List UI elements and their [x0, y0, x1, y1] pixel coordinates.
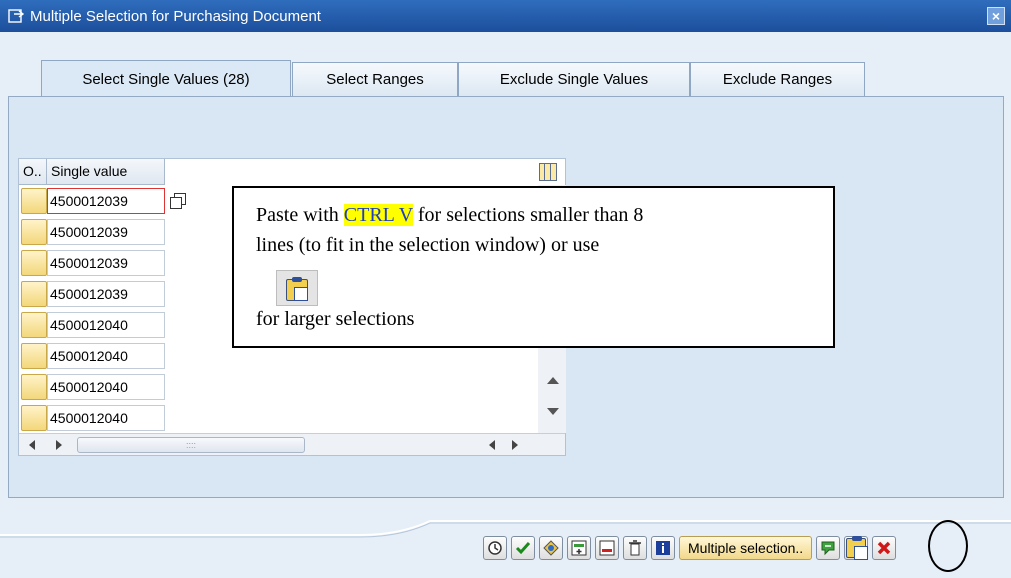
row-selector[interactable] [21, 373, 47, 400]
callout-text: Paste with [256, 204, 344, 226]
single-value-input[interactable]: 4500012040 [47, 311, 165, 338]
tab-label: Exclude Single Values [499, 71, 649, 88]
horizontal-scrollbar[interactable]: :::: [19, 433, 565, 455]
single-value-input[interactable]: 4500012039 [47, 218, 165, 245]
import-icon[interactable] [816, 536, 841, 560]
tab-select-ranges[interactable]: Select Ranges [292, 62, 458, 96]
tab-exclude-single-values[interactable]: Exclude Single Values [458, 62, 690, 96]
single-value-input[interactable]: 4500012039 [47, 249, 165, 276]
table-row: 4500012039 [19, 216, 165, 247]
column-layout-icon[interactable] [539, 163, 557, 181]
delete-all-icon[interactable] [623, 536, 647, 560]
callout-line-2: lines (to fit in the selection window) o… [256, 234, 600, 256]
single-value-input[interactable]: 4500012040 [47, 342, 165, 369]
multiple-selection-button[interactable]: Multiple selection.. [679, 536, 813, 560]
tab-label: Select Single Values (28) [82, 70, 250, 88]
value-help-icon[interactable] [169, 192, 187, 210]
single-value-input[interactable]: 4500012040 [47, 404, 165, 431]
window-title: Multiple Selection for Purchasing Docume… [30, 7, 321, 25]
table-row: 4500012040 [19, 371, 165, 402]
scroll-right-icon[interactable] [56, 440, 62, 450]
table-row: 4500012039 [19, 185, 187, 216]
callout-line-1: Paste with CTRL V for selections smaller… [256, 204, 643, 227]
single-value-input[interactable]: 4500012040 [47, 373, 165, 400]
single-value-input[interactable]: 4500012039 [47, 187, 165, 214]
paste-button-highlight-circle [928, 520, 968, 572]
scroll-up-icon[interactable] [547, 377, 559, 384]
row-selector[interactable] [21, 187, 47, 214]
tab-exclude-ranges[interactable]: Exclude Ranges [690, 62, 865, 96]
maintain-icon[interactable] [539, 536, 563, 560]
row-selector[interactable] [21, 249, 47, 276]
table-row: 4500012040 [19, 340, 165, 371]
row-selector[interactable] [21, 342, 47, 369]
instruction-callout: Paste with CTRL V for selections smaller… [232, 186, 835, 348]
tab-select-single-values[interactable]: Select Single Values (28) [41, 60, 291, 97]
callout-line-3: for larger selections [256, 308, 415, 330]
callout-text: for selections smaller than 8 [412, 204, 644, 226]
table-row: 4500012039 [19, 247, 165, 278]
column-header-single-value[interactable]: Single value [47, 159, 165, 185]
close-icon[interactable]: × [987, 7, 1005, 25]
row-selector[interactable] [21, 218, 47, 245]
tab-label: Select Ranges [326, 71, 424, 88]
execute-icon[interactable] [483, 536, 507, 560]
tab-label: Exclude Ranges [722, 71, 833, 88]
table-row: 4500012040 [19, 402, 165, 433]
scroll-thumb[interactable]: :::: [77, 437, 305, 453]
row-selector[interactable] [21, 311, 47, 338]
scroll-right-icon[interactable] [512, 440, 518, 450]
row-selector[interactable] [21, 280, 47, 307]
info-icon[interactable] [651, 536, 675, 560]
delete-line-icon[interactable] [595, 536, 619, 560]
dialog-toolbar: Multiple selection.. [483, 533, 900, 563]
table-row: 4500012039 [19, 278, 165, 309]
paste-clipboard-glyph [846, 536, 869, 560]
scroll-left-icon[interactable] [29, 440, 35, 450]
check-icon[interactable] [511, 536, 535, 560]
paste-clipboard-icon[interactable] [844, 536, 869, 560]
paste-clipboard-icon-illustration [276, 270, 318, 306]
paste-clipboard-icon [286, 277, 308, 301]
single-value-input[interactable]: 4500012039 [47, 280, 165, 307]
title-bar: Multiple Selection for Purchasing Docume… [0, 0, 1011, 32]
callout-shortcut-highlight: CTRL V [343, 204, 413, 226]
row-selector[interactable] [21, 404, 47, 431]
cancel-icon[interactable] [872, 536, 897, 560]
scroll-left-icon[interactable] [489, 440, 495, 450]
column-header-option[interactable]: O.. [19, 159, 47, 185]
window-menu-icon[interactable] [8, 8, 25, 24]
table-row: 4500012040 [19, 309, 165, 340]
scroll-down-icon[interactable] [547, 408, 559, 415]
table-header: O.. Single value [19, 159, 165, 185]
insert-line-icon[interactable] [567, 536, 591, 560]
